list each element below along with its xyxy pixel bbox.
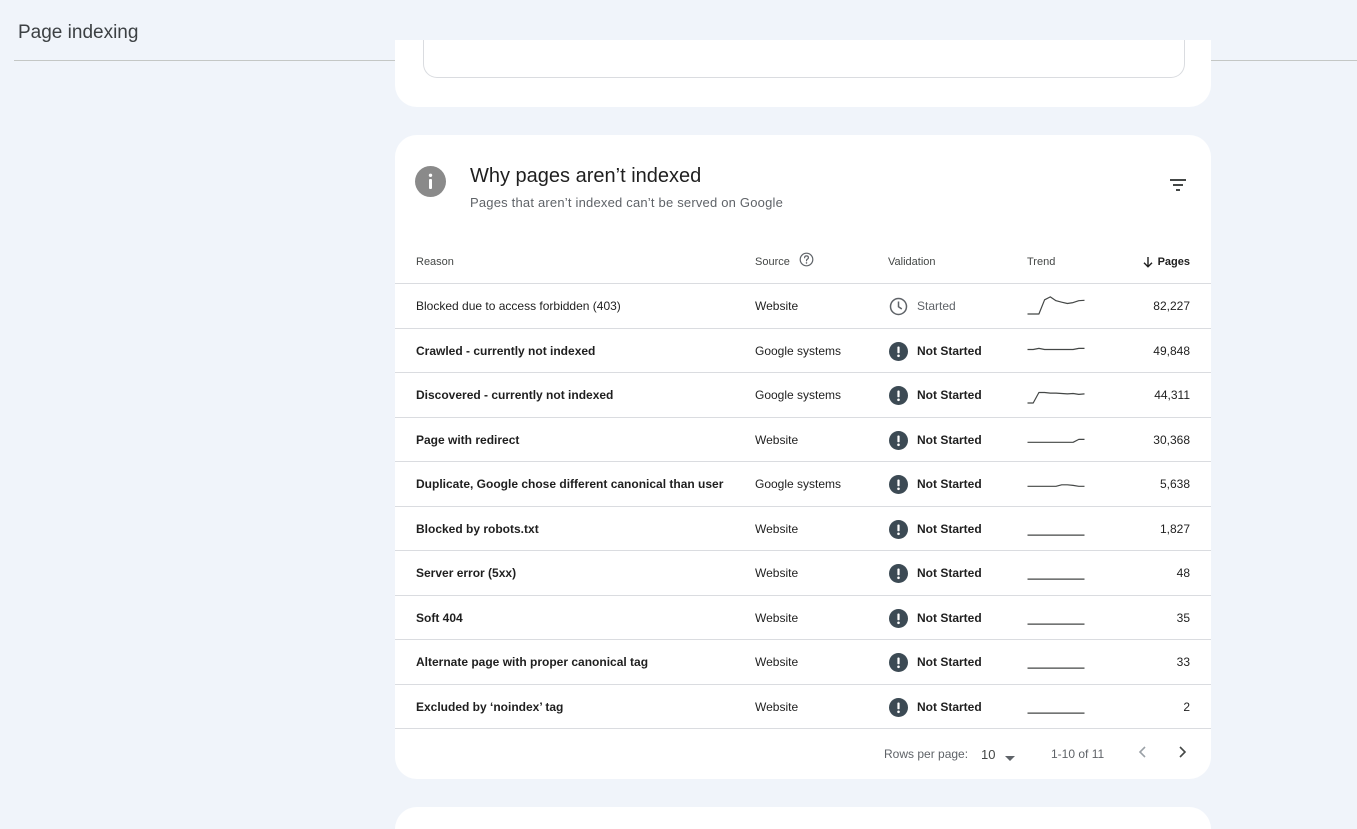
row-source: Website xyxy=(755,566,799,580)
row-pages-count: 44,311 xyxy=(1154,388,1190,402)
next-page-button[interactable] xyxy=(1172,742,1192,762)
exclamation-icon xyxy=(889,697,908,717)
table-row[interactable]: Blocked by robots.txt Website Not Started 1… xyxy=(395,507,1211,551)
table-header: Reason Source Validation Trend Pages xyxy=(395,239,1211,284)
row-validation-status: Not Started xyxy=(917,699,982,714)
row-validation-status: Not Started xyxy=(917,388,982,402)
row-pages-count: 35 xyxy=(1176,610,1190,625)
column-header-pages[interactable]: Pages xyxy=(1158,256,1190,268)
table-row[interactable]: Soft 404 Website Not Started 35 xyxy=(395,596,1211,640)
row-pages-count: 82,227 xyxy=(1153,299,1190,313)
help-icon[interactable] xyxy=(799,252,814,267)
row-trend-sparkline xyxy=(1027,604,1085,630)
row-source: Google systems xyxy=(755,388,842,402)
row-pages-count: 30,368 xyxy=(1153,432,1190,447)
row-source: Website xyxy=(755,521,799,536)
filter-icon[interactable] xyxy=(1167,175,1189,195)
table-row[interactable]: Page with redirect Website Not Started 30,3… xyxy=(395,418,1211,462)
row-pages-count: 2 xyxy=(1183,699,1190,714)
table-row[interactable]: Discovered - currently not indexed Google… xyxy=(395,373,1211,418)
row-trend-sparkline xyxy=(1027,426,1085,452)
row-trend-sparkline xyxy=(1027,381,1085,407)
caret-down-icon xyxy=(1005,751,1015,761)
next-card xyxy=(395,807,1211,829)
exclamation-icon xyxy=(889,386,908,405)
row-reason: Page with redirect xyxy=(416,432,520,447)
row-reason: Alternate page with proper canonical tag xyxy=(416,655,649,669)
row-reason: Blocked due to access forbidden (403) xyxy=(416,299,621,313)
card-subtitle: Pages that aren’t indexed can’t be serve… xyxy=(470,195,784,210)
exclamation-icon xyxy=(889,519,908,539)
rows-per-page-label: Rows per page: xyxy=(884,747,969,761)
row-source: Website xyxy=(755,432,799,447)
row-reason: Blocked by robots.txt xyxy=(416,521,539,536)
exclamation-icon xyxy=(889,341,908,361)
page-title: Page indexing xyxy=(18,22,139,43)
previous-card-panel xyxy=(423,40,1185,78)
sort-descending-icon[interactable] xyxy=(1142,256,1154,268)
row-source: Google systems xyxy=(755,343,842,358)
row-reason: Excluded by ‘noindex’ tag xyxy=(416,699,564,714)
column-header-trend[interactable]: Trend xyxy=(1027,256,1055,268)
pagination: Rows per page: 10 1-10 of 11 xyxy=(395,735,1211,771)
row-validation-status: Not Started xyxy=(917,610,982,625)
row-validation-status: Not Started xyxy=(917,432,982,447)
column-header-reason[interactable]: Reason xyxy=(416,256,454,268)
row-trend-sparkline xyxy=(1027,337,1085,363)
row-validation-status: Not Started xyxy=(917,343,982,358)
row-source: Website xyxy=(755,655,799,669)
rows-per-page-select[interactable]: 10 xyxy=(981,741,1021,765)
row-pages-count: 48 xyxy=(1176,566,1190,580)
table-row[interactable]: Duplicate, Google chose different canoni… xyxy=(395,462,1211,507)
previous-page-button[interactable] xyxy=(1133,742,1153,762)
table-row[interactable]: Crawled - currently not indexed Google sy… xyxy=(395,329,1211,373)
row-validation-status: Started xyxy=(917,299,956,313)
previous-card xyxy=(395,40,1211,107)
table-row[interactable]: Alternate page with proper canonical tag… xyxy=(395,640,1211,685)
row-trend-sparkline xyxy=(1027,648,1085,674)
rows-per-page-value: 10 xyxy=(981,747,996,762)
table-body: Blocked due to access forbidden (403) Web… xyxy=(395,284,1211,729)
exclamation-icon xyxy=(889,475,908,494)
row-trend-sparkline xyxy=(1027,693,1085,719)
row-source: Website xyxy=(755,699,799,714)
column-header-source[interactable]: Source xyxy=(755,256,790,268)
row-source: Google systems xyxy=(755,477,842,491)
row-trend-sparkline xyxy=(1027,515,1085,541)
row-source: Website xyxy=(755,610,799,625)
row-pages-count: 33 xyxy=(1176,655,1190,669)
why-pages-not-indexed-card: Why pages aren’t indexed Pages that aren… xyxy=(395,135,1211,779)
table-row[interactable]: Server error (5xx) Website Not Started 48 xyxy=(395,551,1211,596)
row-source: Website xyxy=(755,299,799,313)
row-pages-count: 5,638 xyxy=(1159,477,1190,491)
row-trend-sparkline xyxy=(1027,292,1085,318)
clock-icon xyxy=(889,297,908,316)
exclamation-icon xyxy=(889,608,908,628)
table-row[interactable]: Blocked due to access forbidden (403) Web… xyxy=(395,284,1211,329)
row-reason: Duplicate, Google chose different canoni… xyxy=(416,477,724,491)
row-trend-sparkline xyxy=(1027,559,1085,585)
table-row[interactable]: Excluded by ‘noindex’ tag Website Not Star… xyxy=(395,685,1211,729)
row-pages-count: 49,848 xyxy=(1153,343,1190,358)
row-reason: Discovered - currently not indexed xyxy=(416,388,614,402)
exclamation-icon xyxy=(889,653,908,672)
row-validation-status: Not Started xyxy=(917,477,982,491)
row-reason: Soft 404 xyxy=(416,610,463,625)
row-validation-status: Not Started xyxy=(917,521,982,536)
row-reason: Server error (5xx) xyxy=(416,566,517,580)
exclamation-icon xyxy=(889,564,908,583)
exclamation-icon xyxy=(889,430,908,450)
row-validation-status: Not Started xyxy=(917,655,982,669)
row-validation-status: Not Started xyxy=(917,566,982,580)
column-header-validation[interactable]: Validation xyxy=(888,256,936,268)
row-reason: Crawled - currently not indexed xyxy=(416,343,596,358)
card-title: Why pages aren’t indexed xyxy=(470,165,702,187)
row-trend-sparkline xyxy=(1027,470,1085,496)
page-range: 1-10 of 11 xyxy=(1051,747,1105,761)
row-pages-count: 1,827 xyxy=(1159,521,1190,536)
info-icon xyxy=(415,166,446,197)
